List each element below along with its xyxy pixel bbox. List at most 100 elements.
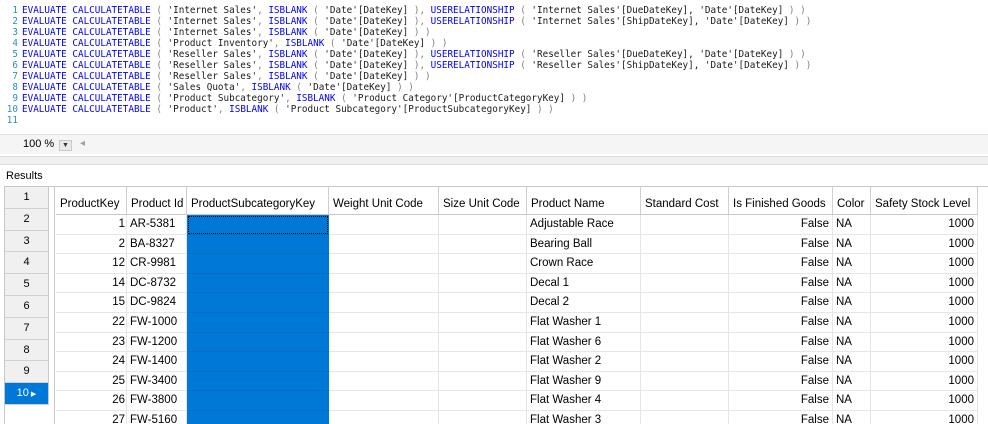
grid-cell-productkey[interactable]: 12	[56, 254, 127, 274]
grid-cell-product-name[interactable]: Bearing Ball	[527, 234, 641, 255]
grid-cell-weight-unit-code[interactable]	[329, 293, 439, 313]
grid-cell-product-id[interactable]: FW-1400	[127, 352, 187, 372]
grid-cell-productsubcategorykey[interactable]	[187, 215, 329, 235]
grid-cell-color[interactable]: NA	[833, 313, 871, 333]
grid-cell-productkey[interactable]: 15	[56, 293, 127, 313]
grid-cell-product-name[interactable]: Decal 2	[527, 293, 641, 313]
grid-cell-is-finished-goods[interactable]: False	[729, 273, 833, 294]
code-line[interactable]: 4 EVALUATE CALCULATETABLE ( 'Product Inve…	[0, 38, 988, 49]
results-grid[interactable]: ProductKey Product Id ProductSubcategoryKe…	[4, 186, 988, 424]
row-number[interactable]: 6	[5, 296, 49, 318]
row-number[interactable]: 5	[5, 274, 49, 296]
grid-cell-product-name[interactable]: Crown Race	[527, 254, 641, 274]
grid-cell-is-finished-goods[interactable]: False	[729, 411, 833, 424]
grid-cell-is-finished-goods[interactable]: False	[729, 332, 833, 353]
row-number[interactable]: 7	[5, 317, 49, 340]
grid-cell-productsubcategorykey[interactable]	[187, 293, 329, 313]
grid-cell-productsubcategorykey[interactable]	[187, 391, 329, 411]
grid-cell-safety-stock-level[interactable]: 1000	[871, 332, 978, 353]
column-header[interactable]: Is Finished Goods	[729, 187, 833, 215]
grid-cell-productsubcategorykey[interactable]	[187, 352, 329, 372]
grid-cell-color[interactable]: NA	[833, 273, 871, 294]
grid-cell-product-id[interactable]: FW-3800	[127, 391, 187, 411]
column-header[interactable]: ProductKey	[56, 187, 127, 215]
grid-cell-productkey[interactable]: 1	[56, 215, 127, 235]
column-header[interactable]: Product Id	[127, 187, 187, 215]
grid-cell-product-name[interactable]: Adjustable Race	[527, 215, 641, 235]
grid-cell-productsubcategorykey[interactable]	[187, 371, 329, 392]
grid-cell-productkey[interactable]: 27	[56, 411, 127, 424]
grid-cell-safety-stock-level[interactable]: 1000	[871, 254, 978, 274]
code-line[interactable]: 8 EVALUATE CALCULATETABLE ( 'Sales Quota'…	[0, 82, 988, 93]
grid-cell-standard-cost[interactable]	[641, 391, 729, 411]
grid-cell-product-name[interactable]: Flat Washer 4	[527, 391, 641, 411]
grid-cell-weight-unit-code[interactable]	[329, 234, 439, 255]
grid-cell-weight-unit-code[interactable]	[329, 254, 439, 274]
code-line[interactable]: 3 EVALUATE CALCULATETABLE ( 'Internet Sal…	[0, 27, 988, 38]
scroll-left-icon[interactable]: ◂	[80, 138, 85, 149]
grid-cell-color[interactable]: NA	[833, 371, 871, 392]
grid-cell-size-unit-code[interactable]	[439, 352, 527, 372]
pane-splitter[interactable]	[0, 156, 988, 165]
grid-cell-productkey[interactable]: 24	[56, 352, 127, 372]
code-line[interactable]: 9 EVALUATE CALCULATETABLE ( 'Product Subc…	[0, 93, 988, 104]
grid-cell-product-id[interactable]: DC-9824	[127, 293, 187, 313]
grid-cell-safety-stock-level[interactable]: 1000	[871, 411, 978, 424]
grid-cell-weight-unit-code[interactable]	[329, 391, 439, 411]
query-editor[interactable]: 1 EVALUATE CALCULATETABLE ( 'Internet Sal…	[0, 0, 988, 133]
grid-cell-product-name[interactable]: Flat Washer 2	[527, 352, 641, 372]
row-number[interactable]: 1	[5, 187, 49, 209]
grid-cell-productsubcategorykey[interactable]	[187, 313, 329, 333]
grid-cell-standard-cost[interactable]	[641, 234, 729, 255]
row-number[interactable]: 9	[5, 361, 49, 384]
grid-cell-is-finished-goods[interactable]: False	[729, 352, 833, 372]
grid-cell-is-finished-goods[interactable]: False	[729, 215, 833, 235]
grid-cell-size-unit-code[interactable]	[439, 411, 527, 424]
grid-cell-size-unit-code[interactable]	[439, 293, 527, 313]
grid-cell-color[interactable]: NA	[833, 234, 871, 255]
grid-cell-productkey[interactable]: 2	[56, 234, 127, 255]
grid-cell-color[interactable]: NA	[833, 293, 871, 313]
grid-cell-productkey[interactable]: 23	[56, 332, 127, 353]
row-number[interactable]: 2	[5, 208, 49, 231]
grid-cell-standard-cost[interactable]	[641, 371, 729, 392]
column-header[interactable]: ProductSubcategoryKey	[187, 187, 329, 215]
grid-cell-safety-stock-level[interactable]: 1000	[871, 234, 978, 255]
grid-cell-productsubcategorykey[interactable]	[187, 332, 329, 353]
grid-cell-size-unit-code[interactable]	[439, 254, 527, 274]
grid-cell-is-finished-goods[interactable]: False	[729, 391, 833, 411]
grid-cell-color[interactable]: NA	[833, 352, 871, 372]
code-line[interactable]: 5 EVALUATE CALCULATETABLE ( 'Reseller Sal…	[0, 49, 988, 60]
grid-cell-product-name[interactable]: Flat Washer 1	[527, 313, 641, 333]
grid-cell-safety-stock-level[interactable]: 1000	[871, 352, 978, 372]
code-line[interactable]: 7 EVALUATE CALCULATETABLE ( 'Reseller Sal…	[0, 71, 988, 82]
results-tab[interactable]: Results	[0, 166, 988, 186]
grid-cell-productkey[interactable]: 26	[56, 391, 127, 411]
grid-cell-standard-cost[interactable]	[641, 411, 729, 424]
grid-cell-color[interactable]: NA	[833, 332, 871, 353]
triangle-down-icon[interactable]: ▼	[59, 140, 72, 151]
grid-cell-standard-cost[interactable]	[641, 254, 729, 274]
grid-cell-product-name[interactable]: Decal 1	[527, 273, 641, 294]
grid-cell-productkey[interactable]: 22	[56, 313, 127, 333]
grid-cell-safety-stock-level[interactable]: 1000	[871, 273, 978, 294]
column-header[interactable]: Weight Unit Code	[329, 187, 439, 215]
grid-cell-product-id[interactable]: BA-8327	[127, 234, 187, 255]
column-header[interactable]: Product Name	[527, 187, 641, 215]
grid-cell-standard-cost[interactable]	[641, 273, 729, 294]
grid-cell-size-unit-code[interactable]	[439, 215, 527, 235]
grid-cell-weight-unit-code[interactable]	[329, 371, 439, 392]
row-number[interactable]: 8	[5, 339, 49, 362]
code-line[interactable]: 10 EVALUATE CALCULATETABLE ( 'Product', I…	[0, 104, 988, 115]
code-line[interactable]: 2 EVALUATE CALCULATETABLE ( 'Internet Sal…	[0, 16, 988, 27]
grid-cell-productsubcategorykey[interactable]	[187, 273, 329, 294]
grid-cell-product-name[interactable]: Flat Washer 3	[527, 411, 641, 424]
grid-cell-color[interactable]: NA	[833, 391, 871, 411]
grid-cell-standard-cost[interactable]	[641, 313, 729, 333]
grid-cell-is-finished-goods[interactable]: False	[729, 313, 833, 333]
grid-cell-standard-cost[interactable]	[641, 293, 729, 313]
grid-cell-product-id[interactable]: FW-3400	[127, 371, 187, 392]
grid-cell-product-id[interactable]: AR-5381	[127, 215, 187, 235]
grid-cell-productsubcategorykey[interactable]	[187, 411, 329, 424]
grid-cell-product-id[interactable]: DC-8732	[127, 273, 187, 294]
